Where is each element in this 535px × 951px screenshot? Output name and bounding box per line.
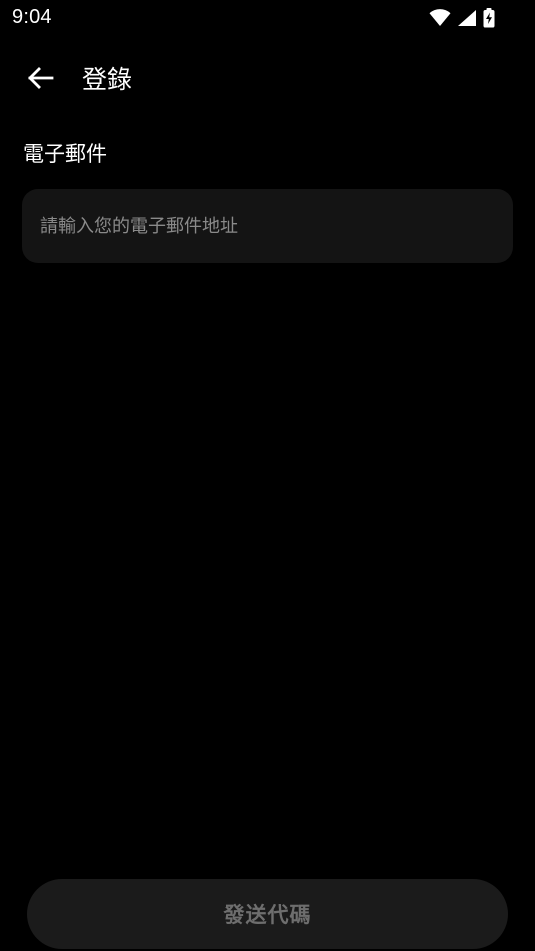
back-button[interactable] [18, 60, 62, 100]
arrow-left-icon [26, 66, 54, 94]
send-code-label: 發送代碼 [223, 903, 312, 927]
status-time: 9:04 [12, 6, 52, 28]
battery-charging-icon [483, 8, 495, 28]
cellular-signal-icon [457, 9, 477, 27]
wifi-icon [429, 9, 451, 27]
email-field[interactable] [22, 189, 513, 263]
email-field-container [22, 189, 513, 263]
status-icons [429, 7, 495, 29]
app-bar: 登錄 [0, 44, 535, 116]
send-code-button[interactable]: 發送代碼 [27, 879, 508, 949]
email-label: 電子郵件 [23, 142, 107, 166]
status-bar: 9:04 [0, 0, 535, 36]
page-title: 登錄 [82, 65, 133, 94]
